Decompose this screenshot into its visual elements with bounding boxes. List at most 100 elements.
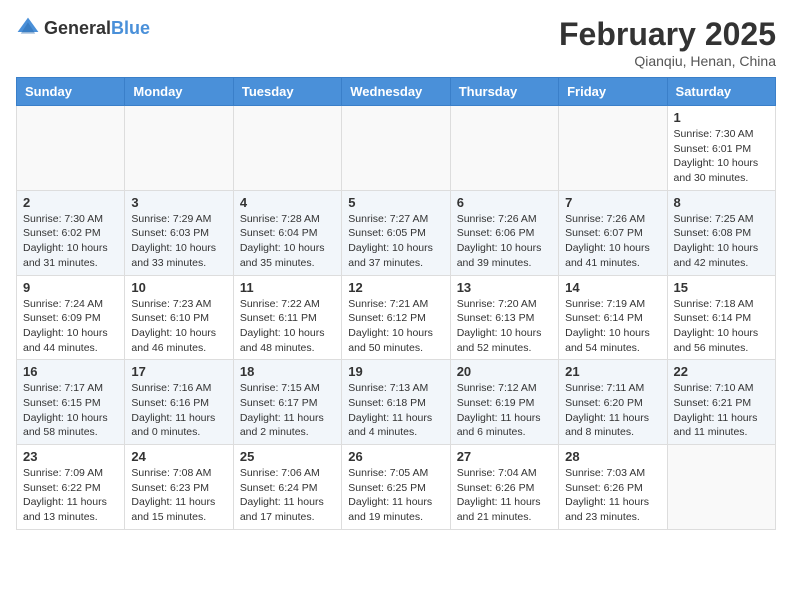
calendar-cell: 18Sunrise: 7:15 AM Sunset: 6:17 PM Dayli… <box>233 360 341 445</box>
day-info: Sunrise: 7:05 AM Sunset: 6:25 PM Dayligh… <box>348 466 443 525</box>
logo: GeneralBlue <box>16 16 150 40</box>
day-number: 14 <box>565 280 660 295</box>
day-number: 24 <box>131 449 226 464</box>
calendar-cell: 24 Sunrise: 7:08 AM Sunset: 6:23 PM Dayli… <box>125 445 233 530</box>
calendar-cell: 22 Sunrise: 7:10 AM Sunset: 6:21 PM Dayli… <box>667 360 775 445</box>
day-number: 22 <box>674 364 769 379</box>
calendar-week-row: 9 Sunrise: 7:24 AM Sunset: 6:09 PM Daylig… <box>17 275 776 360</box>
day-number: 11 <box>240 280 335 295</box>
day-number: 12 <box>348 280 443 295</box>
day-number: 23 <box>23 449 118 464</box>
day-number: 9 <box>23 280 118 295</box>
weekday-header-friday: Friday <box>559 78 667 106</box>
weekday-header-wednesday: Wednesday <box>342 78 450 106</box>
calendar-cell <box>17 106 125 191</box>
calendar-week-row: 1 Sunrise: 7:30 AM Sunset: 6:01 PM Daylig… <box>17 106 776 191</box>
calendar-cell: 27Sunrise: 7:04 AM Sunset: 6:26 PM Dayli… <box>450 445 558 530</box>
weekday-header-saturday: Saturday <box>667 78 775 106</box>
calendar-cell: 13 Sunrise: 7:20 AM Sunset: 6:13 PM Dayli… <box>450 275 558 360</box>
calendar-cell <box>450 106 558 191</box>
day-info: Sunrise: 7:23 AM Sunset: 6:10 PM Dayligh… <box>131 297 226 356</box>
calendar-cell: 9 Sunrise: 7:24 AM Sunset: 6:09 PM Daylig… <box>17 275 125 360</box>
calendar-cell: 26 Sunrise: 7:05 AM Sunset: 6:25 PM Dayli… <box>342 445 450 530</box>
month-title: February 2025 <box>559 16 776 53</box>
day-info: Sunrise: 7:20 AM Sunset: 6:13 PM Dayligh… <box>457 297 552 356</box>
day-number: 8 <box>674 195 769 210</box>
calendar-cell: 1 Sunrise: 7:30 AM Sunset: 6:01 PM Daylig… <box>667 106 775 191</box>
day-number: 7 <box>565 195 660 210</box>
day-info: Sunrise: 7:10 AM Sunset: 6:21 PM Dayligh… <box>674 381 769 440</box>
day-info: Sunrise: 7:26 AM Sunset: 6:06 PM Dayligh… <box>457 212 552 271</box>
day-info: Sunrise: 7:30 AM Sunset: 6:02 PM Dayligh… <box>23 212 118 271</box>
calendar-cell: 14 Sunrise: 7:19 AM Sunset: 6:14 PM Dayli… <box>559 275 667 360</box>
logo-icon <box>16 16 40 40</box>
calendar-cell: 23 Sunrise: 7:09 AM Sunset: 6:22 PM Dayli… <box>17 445 125 530</box>
calendar-cell: 16 Sunrise: 7:17 AM Sunset: 6:15 PM Dayli… <box>17 360 125 445</box>
day-number: 10 <box>131 280 226 295</box>
day-info: Sunrise: 7:28 AM Sunset: 6:04 PM Dayligh… <box>240 212 335 271</box>
day-info: Sunrise: 7:15 AM Sunset: 6:17 PM Dayligh… <box>240 381 335 440</box>
calendar-cell <box>125 106 233 191</box>
day-number: 4 <box>240 195 335 210</box>
day-number: 21 <box>565 364 660 379</box>
calendar-cell: 28 Sunrise: 7:03 AM Sunset: 6:26 PM Dayli… <box>559 445 667 530</box>
calendar-cell: 8 Sunrise: 7:25 AM Sunset: 6:08 PM Daylig… <box>667 190 775 275</box>
day-number: 6 <box>457 195 552 210</box>
day-info: Sunrise: 7:13 AM Sunset: 6:18 PM Dayligh… <box>348 381 443 440</box>
calendar-cell <box>233 106 341 191</box>
day-info: Sunrise: 7:25 AM Sunset: 6:08 PM Dayligh… <box>674 212 769 271</box>
calendar-cell: 4 Sunrise: 7:28 AM Sunset: 6:04 PM Daylig… <box>233 190 341 275</box>
calendar-cell: 15Sunrise: 7:18 AM Sunset: 6:14 PM Dayli… <box>667 275 775 360</box>
calendar-cell: 17 Sunrise: 7:16 AM Sunset: 6:16 PM Dayli… <box>125 360 233 445</box>
page-header: GeneralBlue February 2025 Qianqiu, Henan… <box>16 16 776 69</box>
day-number: 5 <box>348 195 443 210</box>
day-number: 25 <box>240 449 335 464</box>
calendar-cell: 5Sunrise: 7:27 AM Sunset: 6:05 PM Daylig… <box>342 190 450 275</box>
day-number: 13 <box>457 280 552 295</box>
day-number: 19 <box>348 364 443 379</box>
calendar-cell <box>667 445 775 530</box>
calendar: SundayMondayTuesdayWednesdayThursdayFrid… <box>16 77 776 530</box>
calendar-week-row: 2 Sunrise: 7:30 AM Sunset: 6:02 PM Daylig… <box>17 190 776 275</box>
day-info: Sunrise: 7:06 AM Sunset: 6:24 PM Dayligh… <box>240 466 335 525</box>
day-number: 27 <box>457 449 552 464</box>
calendar-cell: 10 Sunrise: 7:23 AM Sunset: 6:10 PM Dayli… <box>125 275 233 360</box>
day-info: Sunrise: 7:16 AM Sunset: 6:16 PM Dayligh… <box>131 381 226 440</box>
day-number: 3 <box>131 195 226 210</box>
day-number: 17 <box>131 364 226 379</box>
calendar-cell: 19 Sunrise: 7:13 AM Sunset: 6:18 PM Dayli… <box>342 360 450 445</box>
day-info: Sunrise: 7:08 AM Sunset: 6:23 PM Dayligh… <box>131 466 226 525</box>
day-number: 2 <box>23 195 118 210</box>
calendar-cell: 25 Sunrise: 7:06 AM Sunset: 6:24 PM Dayli… <box>233 445 341 530</box>
day-info: Sunrise: 7:17 AM Sunset: 6:15 PM Dayligh… <box>23 381 118 440</box>
weekday-header-sunday: Sunday <box>17 78 125 106</box>
calendar-cell: 20 Sunrise: 7:12 AM Sunset: 6:19 PM Dayli… <box>450 360 558 445</box>
calendar-week-row: 23 Sunrise: 7:09 AM Sunset: 6:22 PM Dayli… <box>17 445 776 530</box>
calendar-cell: 3 Sunrise: 7:29 AM Sunset: 6:03 PM Daylig… <box>125 190 233 275</box>
day-info: Sunrise: 7:11 AM Sunset: 6:20 PM Dayligh… <box>565 381 660 440</box>
calendar-cell: 12Sunrise: 7:21 AM Sunset: 6:12 PM Dayli… <box>342 275 450 360</box>
day-info: Sunrise: 7:12 AM Sunset: 6:19 PM Dayligh… <box>457 381 552 440</box>
day-info: Sunrise: 7:03 AM Sunset: 6:26 PM Dayligh… <box>565 466 660 525</box>
day-number: 16 <box>23 364 118 379</box>
day-info: Sunrise: 7:09 AM Sunset: 6:22 PM Dayligh… <box>23 466 118 525</box>
day-info: Sunrise: 7:30 AM Sunset: 6:01 PM Dayligh… <box>674 127 769 186</box>
day-number: 28 <box>565 449 660 464</box>
weekday-header-monday: Monday <box>125 78 233 106</box>
day-number: 15 <box>674 280 769 295</box>
logo-general: GeneralBlue <box>44 18 150 39</box>
day-info: Sunrise: 7:24 AM Sunset: 6:09 PM Dayligh… <box>23 297 118 356</box>
calendar-cell: 6 Sunrise: 7:26 AM Sunset: 6:06 PM Daylig… <box>450 190 558 275</box>
day-info: Sunrise: 7:29 AM Sunset: 6:03 PM Dayligh… <box>131 212 226 271</box>
day-number: 20 <box>457 364 552 379</box>
calendar-cell: 21 Sunrise: 7:11 AM Sunset: 6:20 PM Dayli… <box>559 360 667 445</box>
weekday-header-row: SundayMondayTuesdayWednesdayThursdayFrid… <box>17 78 776 106</box>
day-number: 1 <box>674 110 769 125</box>
calendar-cell: 7Sunrise: 7:26 AM Sunset: 6:07 PM Daylig… <box>559 190 667 275</box>
weekday-header-tuesday: Tuesday <box>233 78 341 106</box>
calendar-week-row: 16 Sunrise: 7:17 AM Sunset: 6:15 PM Dayli… <box>17 360 776 445</box>
day-number: 26 <box>348 449 443 464</box>
day-info: Sunrise: 7:22 AM Sunset: 6:11 PM Dayligh… <box>240 297 335 356</box>
day-info: Sunrise: 7:19 AM Sunset: 6:14 PM Dayligh… <box>565 297 660 356</box>
title-area: February 2025 Qianqiu, Henan, China <box>559 16 776 69</box>
